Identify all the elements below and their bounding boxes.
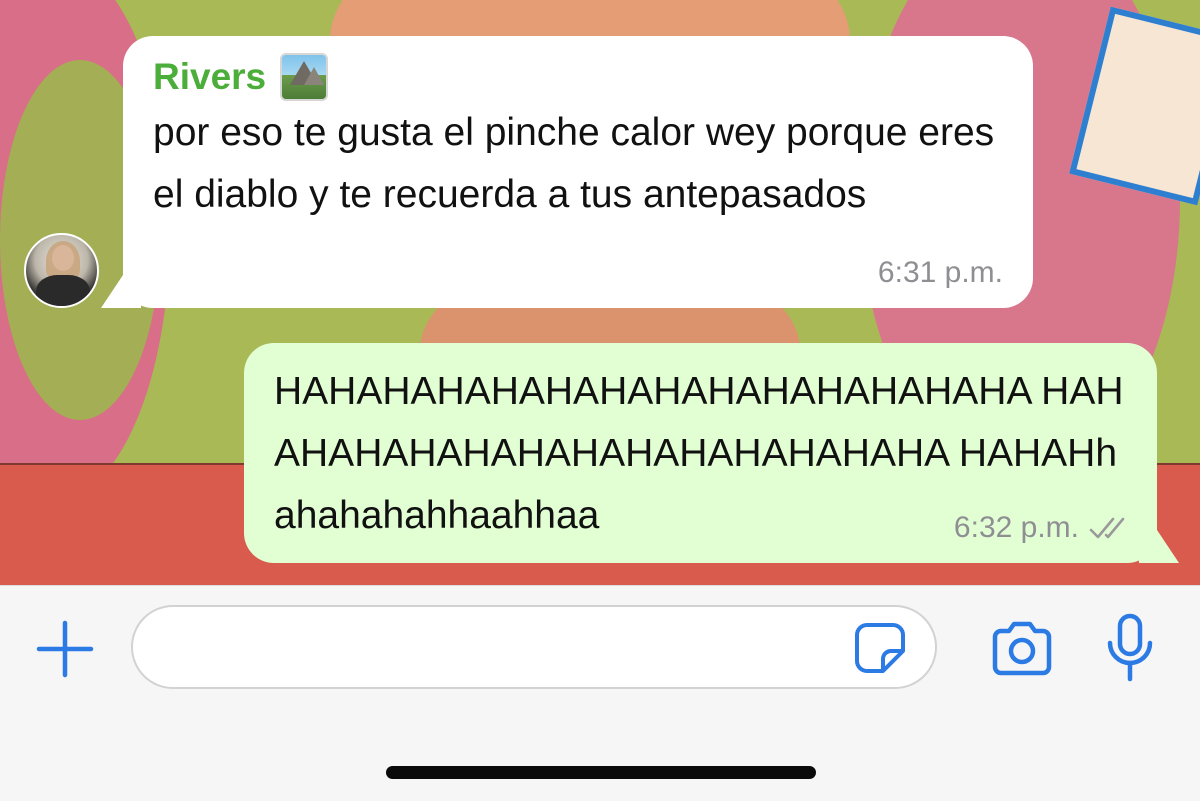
emoji-rock-shape (304, 67, 325, 85)
home-indicator[interactable] (386, 766, 816, 779)
sender-row: Rivers (153, 53, 1003, 101)
incoming-message-bubble[interactable]: Rivers por eso te gusta el pinche calor … (101, 36, 1033, 308)
incoming-message-time: 6:31 p.m. (877, 256, 1003, 289)
chat-screen: Rivers por eso te gusta el pinche calor … (0, 0, 1200, 801)
attach-button[interactable] (32, 616, 98, 682)
microphone-icon (1107, 613, 1153, 682)
national-park-emoji-icon (280, 53, 329, 101)
message-input-field[interactable] (131, 605, 937, 689)
message-input[interactable] (161, 625, 845, 671)
camera-icon (992, 621, 1052, 676)
outgoing-message-bubble[interactable]: HAHAHAHAHAHAHAHAHAHAHAHAHAHA HAHAHAHAHAH… (244, 343, 1179, 563)
incoming-message-text: por eso te gusta el pinche calor wey por… (153, 111, 995, 216)
message-composer (0, 585, 1200, 801)
camera-button[interactable] (986, 616, 1058, 682)
plus-icon (36, 620, 94, 678)
sender-avatar[interactable] (24, 233, 99, 308)
voice-message-button[interactable] (1098, 612, 1162, 684)
sticker-icon (855, 623, 905, 673)
sender-name[interactable]: Rivers (153, 56, 266, 98)
double-check-icon (1089, 517, 1125, 539)
sticker-button[interactable] (850, 619, 910, 677)
outgoing-message-time: 6:32 p.m. (953, 511, 1079, 544)
outgoing-message-meta: 6:32 p.m. (954, 511, 1129, 545)
avatar-body (36, 275, 90, 306)
avatar-face (52, 245, 74, 271)
